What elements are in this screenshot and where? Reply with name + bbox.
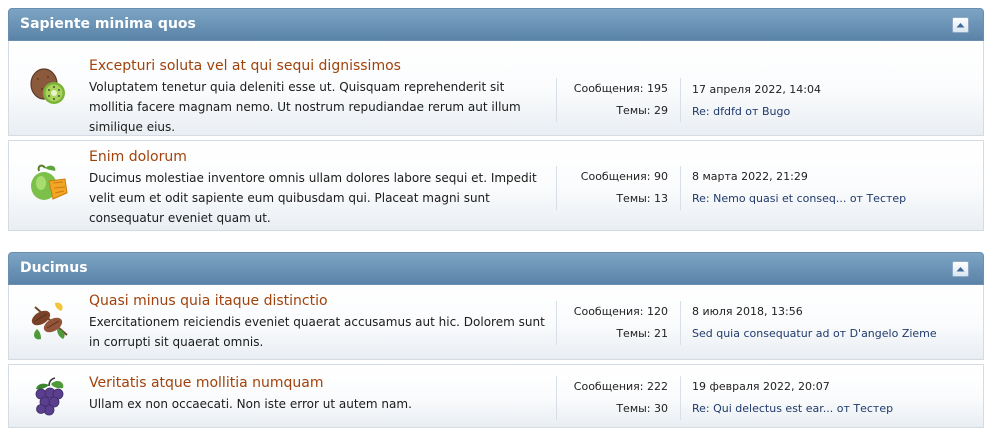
forum-stats: Сообщения: 90 Темы: 13 [556, 166, 681, 210]
last-post: 8 июля 2018, 13:56 Sed quia consequatur … [692, 301, 937, 345]
forum-title-link[interactable]: Veritatis atque mollitia numquam [89, 375, 323, 391]
forum-description: Ullam ex non occaecati. Non iste error u… [89, 397, 412, 411]
topics-count: Темы: 30 [616, 402, 668, 415]
mango-icon [27, 161, 71, 205]
grapes-icon [27, 376, 71, 420]
last-post-date: 8 июля 2018, 13:56 [692, 305, 803, 318]
category-title: Ducimus [20, 260, 88, 276]
forum-title-link[interactable]: Excepturi soluta vel at qui sequi dignis… [89, 58, 401, 74]
category-header: Ducimus [8, 252, 984, 285]
forum-stats: Сообщения: 222 Темы: 30 [556, 376, 681, 420]
messages-count: Сообщения: 195 [573, 82, 668, 95]
forum-title-link[interactable]: Quasi minus quia itaque distinctio [89, 293, 328, 309]
cacao-icon [27, 299, 71, 343]
messages-count: Сообщения: 90 [580, 170, 668, 183]
forum-row: Veritatis atque mollitia numquam Ullam e… [8, 364, 984, 428]
last-post-link[interactable]: Re: Nemo quasi et conseq... от Тестер [692, 188, 906, 210]
topics-count: Темы: 29 [616, 104, 668, 117]
topics-count: Темы: 13 [616, 192, 668, 205]
last-post: 19 февраля 2022, 20:07 Re: Qui delectus … [692, 376, 893, 420]
chevron-up-icon [956, 23, 965, 28]
forum-stats: Сообщения: 195 Темы: 29 [556, 78, 681, 122]
category-block: Ducimus Quasi minus quia itaque distinct… [8, 252, 984, 428]
forum-description: Ducimus molestiae inventore omnis ullam … [89, 171, 537, 225]
last-post-link[interactable]: Re: dfdfd от Bugo [692, 101, 821, 123]
forum-row: Excepturi soluta vel at qui sequi dignis… [8, 41, 984, 136]
last-post-date: 8 марта 2022, 21:29 [692, 170, 808, 183]
messages-count: Сообщения: 222 [573, 380, 668, 393]
forum-title-link[interactable]: Enim dolorum [89, 149, 187, 165]
collapse-button[interactable] [952, 17, 969, 33]
last-post-link[interactable]: Re: Qui delectus est ear... от Тестер [692, 398, 893, 420]
messages-count: Сообщения: 120 [573, 305, 668, 318]
last-post: 8 марта 2022, 21:29 Re: Nemo quasi et co… [692, 166, 906, 210]
chevron-up-icon [956, 267, 965, 272]
last-post: 17 апреля 2022, 14:04 Re: dfdfd от Bugo [692, 79, 821, 123]
last-post-link[interactable]: Sed quia consequatur ad от D'angelo Ziem… [692, 323, 937, 345]
forum-row: Enim dolorum Ducimus molestiae inventore… [8, 140, 984, 231]
category-block: Sapiente minima quos Excepturi soluta ve… [8, 8, 984, 231]
forum-stats: Сообщения: 120 Темы: 21 [556, 301, 681, 345]
last-post-date: 19 февраля 2022, 20:07 [692, 380, 830, 393]
topics-count: Темы: 21 [616, 327, 668, 340]
category-title: Sapiente minima quos [20, 16, 196, 32]
forum-description: Exercitationem reiciendis eveniet quaera… [89, 315, 545, 349]
forum-description: Voluptatem tenetur quia deleniti esse ut… [89, 80, 521, 134]
collapse-button[interactable] [952, 261, 969, 277]
kiwi-icon [27, 65, 71, 109]
forum-row: Quasi minus quia itaque distinctio Exerc… [8, 285, 984, 360]
category-header: Sapiente minima quos [8, 8, 984, 41]
last-post-date: 17 апреля 2022, 14:04 [692, 83, 822, 96]
